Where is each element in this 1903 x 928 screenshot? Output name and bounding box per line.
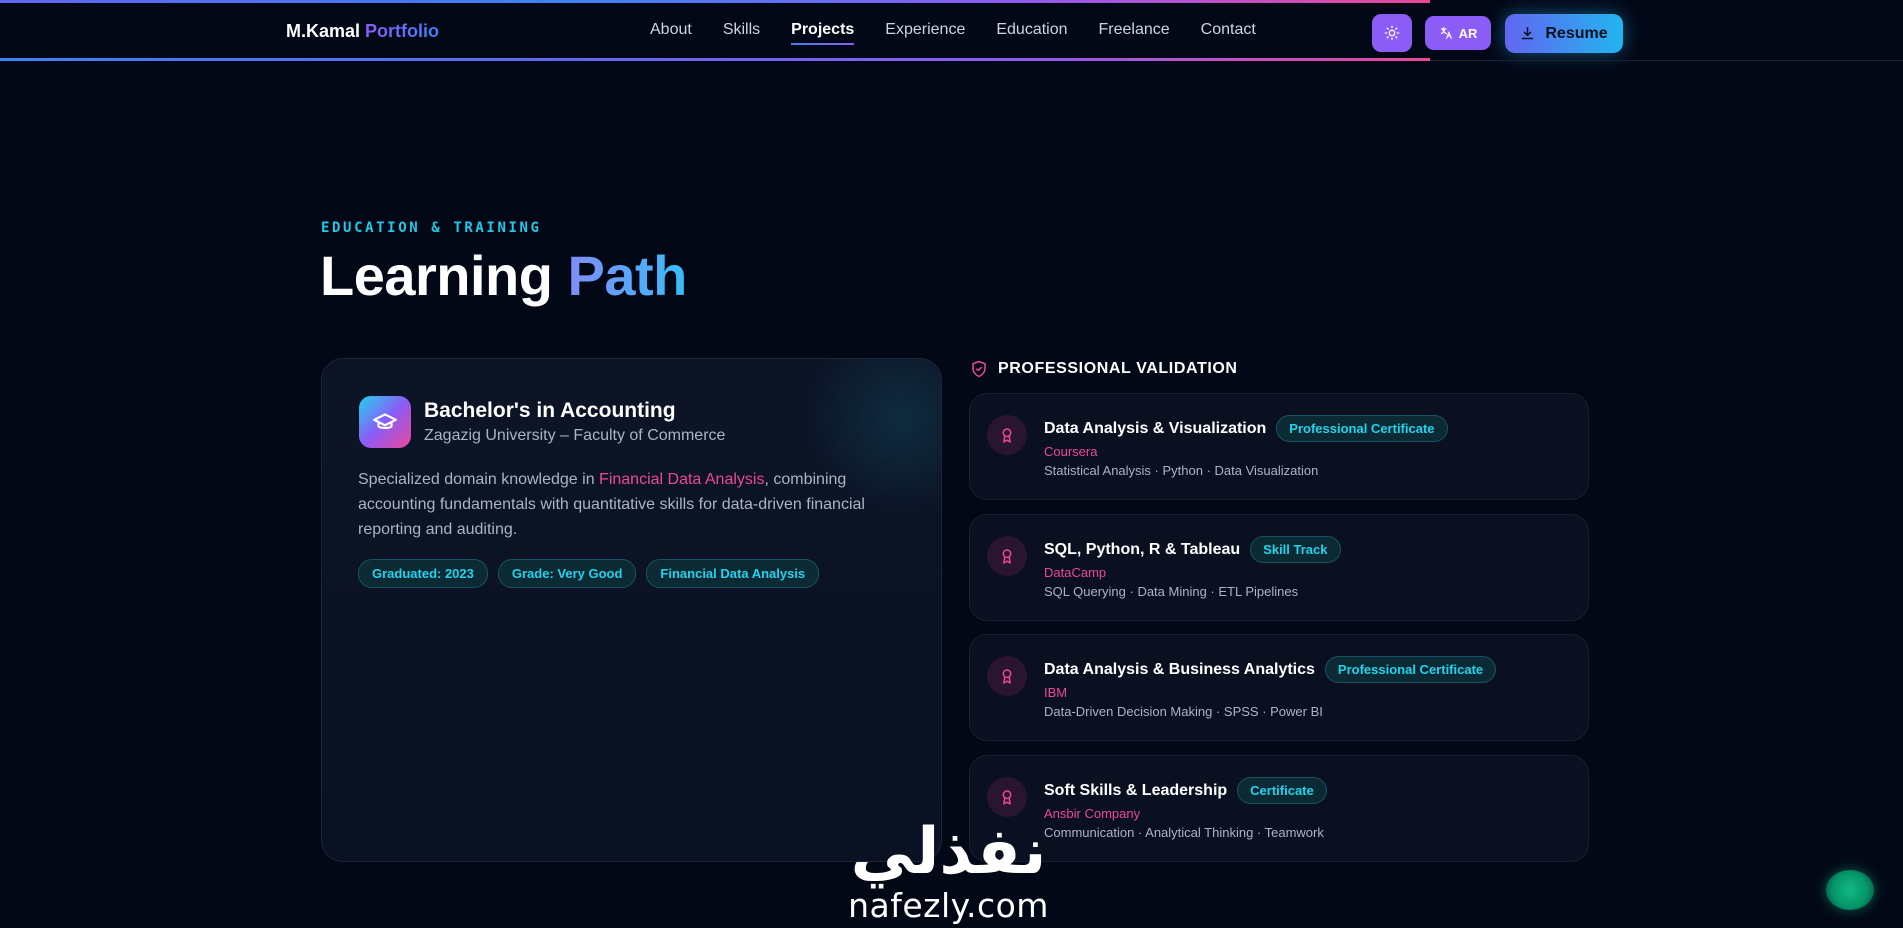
section-title-plain: Learning [320, 244, 553, 307]
professional-validation-heading: PROFESSIONAL VALIDATION [970, 360, 1238, 378]
section-title-accent: Path [567, 244, 688, 307]
description-lead: Specialized domain knowledge in [358, 471, 600, 488]
cert-issuer: Coursera [1044, 444, 1098, 459]
theme-toggle-button[interactable] [1372, 14, 1412, 52]
watermark-latin: nafezly.com [848, 886, 1049, 925]
header-divider [1430, 60, 1903, 61]
degree-tags: Graduated: 2023 Grade: Very Good Financi… [358, 559, 820, 588]
download-icon [1522, 27, 1534, 40]
description-highlight: Financial Data Analysis [599, 471, 765, 488]
cert-name: SQL, Python, R & Tableau [1044, 540, 1241, 558]
degree-title: Bachelor's in Accounting [424, 399, 676, 422]
sun-icon [1384, 25, 1400, 41]
main-nav: About Skills Projects Experience Educati… [650, 21, 1287, 45]
education-card: Bachelor's in Accounting Zagazig Univers… [321, 358, 942, 862]
cert-issuer: IBM [1044, 685, 1068, 700]
cert-name: Data Analysis & Business Analytics [1044, 660, 1315, 678]
resume-download-button[interactable]: Resume [1505, 14, 1623, 53]
cert-badge: Professional Certificate [1276, 415, 1448, 442]
cert-name: Soft Skills & Leadership [1044, 781, 1228, 799]
resume-label: Resume [1545, 24, 1608, 42]
cert-skills: Statistical Analysis · Python · Data Vis… [1044, 463, 1319, 478]
nav-item-experience[interactable]: Experience [885, 21, 965, 45]
cert-card[interactable]: Data Analysis & Visualization Profession… [969, 393, 1589, 500]
cert-skills: Communication · Analytical Thinking · Te… [1044, 825, 1324, 840]
nav-item-about[interactable]: About [650, 21, 692, 45]
award-icon [987, 415, 1027, 455]
tag-specialization: Financial Data Analysis [646, 559, 820, 588]
cert-card[interactable]: Soft Skills & Leadership Certificate Ans… [969, 755, 1589, 862]
award-icon [987, 656, 1027, 696]
degree-description: Specialized domain knowledge in Financia… [358, 467, 918, 542]
cert-badge: Professional Certificate [1324, 656, 1497, 683]
cert-skills: SQL Querying · Data Mining · ETL Pipelin… [1044, 584, 1299, 599]
site-header: M.Kamal Portfolio About Skills Projects … [0, 3, 1903, 58]
translate-icon [1440, 27, 1452, 39]
nav-item-projects[interactable]: Projects [791, 21, 855, 45]
graduation-cap-icon [359, 396, 411, 448]
award-icon [987, 777, 1027, 817]
brand-logo[interactable]: M.Kamal Portfolio [286, 21, 439, 42]
cert-card[interactable]: SQL, Python, R & Tableau Skill Track Dat… [969, 514, 1589, 621]
brand-name: M.Kamal [286, 21, 361, 41]
tag-grade: Grade: Very Good [497, 559, 637, 588]
cert-title-row: Data Analysis & Business Analytics Profe… [1044, 656, 1497, 683]
cert-issuer: Ansbir Company [1044, 806, 1141, 821]
watermark: نفذلي nafezly.com [846, 820, 1051, 924]
cert-title-row: Soft Skills & Leadership Certificate [1044, 777, 1327, 804]
cert-skills: Data-Driven Decision Making · SPSS · Pow… [1044, 704, 1323, 719]
section-title: Learning Path [320, 243, 687, 308]
header-underline [0, 58, 1430, 61]
nav-item-education[interactable]: Education [996, 21, 1067, 45]
language-label: AR [1458, 25, 1478, 41]
shield-check-icon [972, 360, 986, 378]
award-icon [987, 536, 1027, 576]
section-eyebrow: EDUCATION & TRAINING [321, 220, 542, 236]
watermark-arabic: نفذلي [850, 815, 1047, 889]
cert-badge: Skill Track [1250, 536, 1341, 563]
chat-floating-button[interactable] [1826, 870, 1874, 910]
brand-accent: Portfolio [365, 21, 440, 41]
nav-item-contact[interactable]: Contact [1201, 21, 1256, 45]
cert-title-row: SQL, Python, R & Tableau Skill Track [1044, 536, 1341, 563]
cert-issuer: DataCamp [1044, 565, 1107, 580]
tag-graduated: Graduated: 2023 [358, 559, 488, 588]
nav-item-skills[interactable]: Skills [723, 21, 760, 45]
cert-badge: Certificate [1237, 777, 1327, 804]
cert-card[interactable]: Data Analysis & Business Analytics Profe… [969, 634, 1589, 741]
cert-title-row: Data Analysis & Visualization Profession… [1044, 415, 1448, 442]
language-toggle-button[interactable]: AR [1425, 16, 1491, 50]
institution-name: Zagazig University – Faculty of Commerce [424, 427, 726, 444]
validation-heading-text: PROFESSIONAL VALIDATION [998, 360, 1238, 377]
nav-item-freelance[interactable]: Freelance [1099, 21, 1170, 45]
cert-name: Data Analysis & Visualization [1044, 419, 1267, 437]
